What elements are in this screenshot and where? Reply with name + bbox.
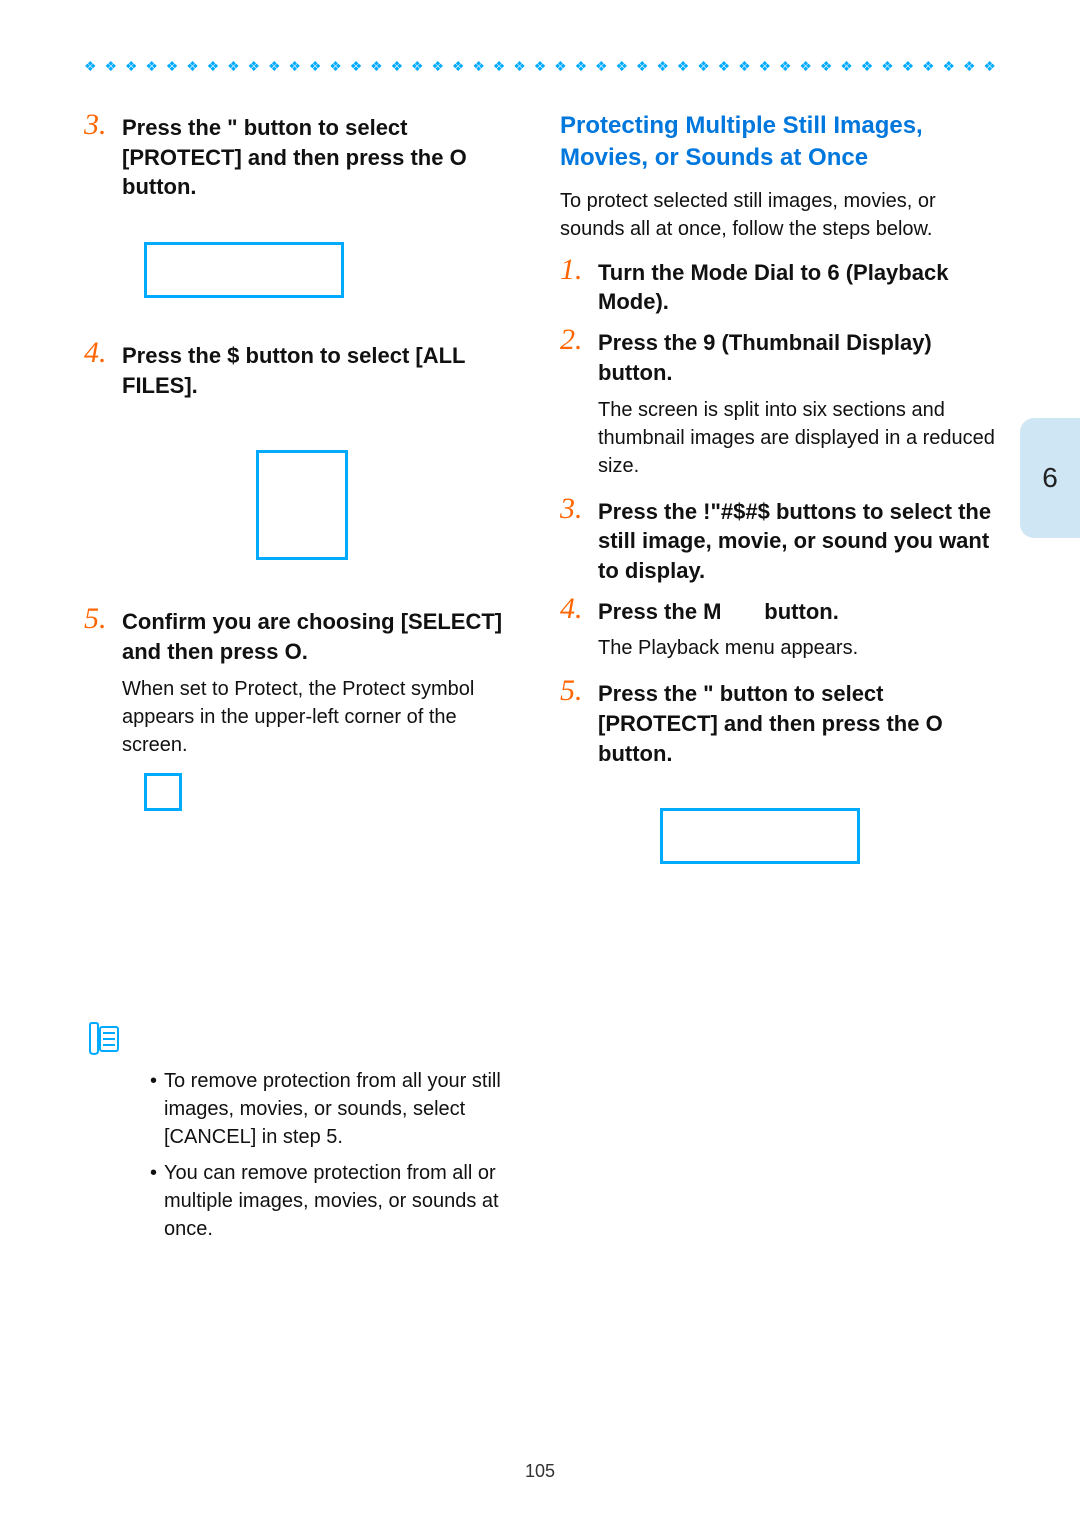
note-bullet-2: You can remove protection from all or mu… xyxy=(150,1159,520,1243)
manual-page: ❖ ❖ ❖ ❖ ❖ ❖ ❖ ❖ ❖ ❖ ❖ ❖ ❖ ❖ ❖ ❖ ❖ ❖ ❖ ❖ … xyxy=(0,0,1080,1528)
chapter-tab: 6 xyxy=(1020,418,1080,538)
screenshot-placeholder xyxy=(256,450,348,560)
right-step-2: 2. Press the 9 (Thumbnail Display) butto… xyxy=(560,325,996,387)
step-number: 3. xyxy=(560,494,586,586)
two-column-layout: 3. Press the " button to select [PROTECT… xyxy=(84,110,996,1251)
step-number: 5. xyxy=(84,604,110,666)
step-text: Press the " button to select [PROTECT] a… xyxy=(122,110,520,202)
step-text: Press the 9 (Thumbnail Display) button. xyxy=(598,325,996,387)
step-number: 4. xyxy=(84,338,110,400)
left-step-5: 5. Confirm you are choosing [SELECT] and… xyxy=(84,604,520,666)
protect-symbol-placeholder xyxy=(144,773,182,811)
left-step-3: 3. Press the " button to select [PROTECT… xyxy=(84,110,520,202)
step-number: 2. xyxy=(560,325,586,387)
step-body-text: When set to Protect, the Protect symbol … xyxy=(122,675,520,759)
right-step-5: 5. Press the " button to select [PROTECT… xyxy=(560,676,996,768)
step-number: 5. xyxy=(560,676,586,768)
step-number: 3. xyxy=(84,110,110,202)
screenshot-placeholder xyxy=(660,808,860,864)
right-step-3: 3. Press the !"#$#$ buttons to select th… xyxy=(560,494,996,586)
step-text: Press the M button. xyxy=(598,594,839,627)
right-column: Protecting Multiple Still Images, Movies… xyxy=(560,110,996,1251)
decorative-diamond-border: ❖ ❖ ❖ ❖ ❖ ❖ ❖ ❖ ❖ ❖ ❖ ❖ ❖ ❖ ❖ ❖ ❖ ❖ ❖ ❖ … xyxy=(84,58,996,72)
step-text: Turn the Mode Dial to 6 (Playback Mode). xyxy=(598,255,996,317)
step-number: 1. xyxy=(560,255,586,317)
step-body-text: The Playback menu appears. xyxy=(598,634,996,662)
step-body-text: The screen is split into six sections an… xyxy=(598,396,996,480)
left-column: 3. Press the " button to select [PROTECT… xyxy=(84,110,520,1251)
step-number: 4. xyxy=(560,594,586,627)
section-intro: To protect selected still images, movies… xyxy=(560,187,996,243)
step-text: Press the " button to select [PROTECT] a… xyxy=(598,676,996,768)
step-text: Press the !"#$#$ buttons to select the s… xyxy=(598,494,996,586)
note-bullet-1: To remove protection from all your still… xyxy=(150,1067,520,1151)
step-text: Press the $ button to select [ALL FILES]… xyxy=(122,338,520,400)
step4-text-a: Press the M xyxy=(598,599,722,624)
right-step-1: 1. Turn the Mode Dial to 6 (Playback Mod… xyxy=(560,255,996,317)
step-text: Confirm you are choosing [SELECT] and th… xyxy=(122,604,520,666)
page-number: 105 xyxy=(0,1461,1080,1482)
left-step-4: 4. Press the $ button to select [ALL FIL… xyxy=(84,338,520,400)
screenshot-placeholder xyxy=(144,242,344,298)
note-bullets: To remove protection from all your still… xyxy=(84,1067,520,1243)
note-block: To remove protection from all your still… xyxy=(84,1021,520,1243)
step4-text-b: button. xyxy=(764,599,839,624)
section-heading: Protecting Multiple Still Images, Movies… xyxy=(560,110,996,175)
note-icon xyxy=(84,1021,120,1057)
right-step-4: 4. Press the M button. xyxy=(560,594,996,627)
